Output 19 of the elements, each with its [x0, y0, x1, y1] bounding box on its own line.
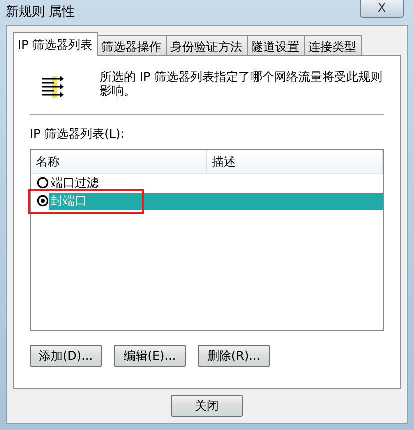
action-button[interactable]: 删除(R)... [198, 345, 270, 367]
list-label: IP 筛选器列表(L): [30, 126, 126, 143]
list-item[interactable]: 端口过滤 [49, 174, 383, 192]
tab[interactable]: IP 筛选器列表 [13, 32, 98, 56]
close-button[interactable]: 关闭 [171, 395, 243, 417]
action-button[interactable]: 添加(D)... [30, 345, 102, 367]
radio-button[interactable] [37, 195, 49, 207]
radio-button[interactable] [37, 177, 49, 189]
close-button[interactable]: X [360, 0, 404, 18]
action-button[interactable]: 编辑(E)... [114, 345, 186, 367]
filter-list-icon [40, 74, 64, 100]
tab[interactable]: 筛选器操作 [96, 35, 167, 56]
window-title: 新规则 属性 [6, 4, 76, 22]
column-header[interactable]: 描述 [207, 150, 383, 173]
tab[interactable]: 身份验证方法 [166, 35, 248, 56]
column-header[interactable]: 名称 [31, 150, 207, 173]
description-text: 所选的 IP 筛选器列表指定了哪个网络流量将受此规则影响。 [100, 70, 384, 98]
tab[interactable]: 连接类型 [304, 35, 362, 56]
tab[interactable]: 隧道设置 [246, 35, 305, 56]
